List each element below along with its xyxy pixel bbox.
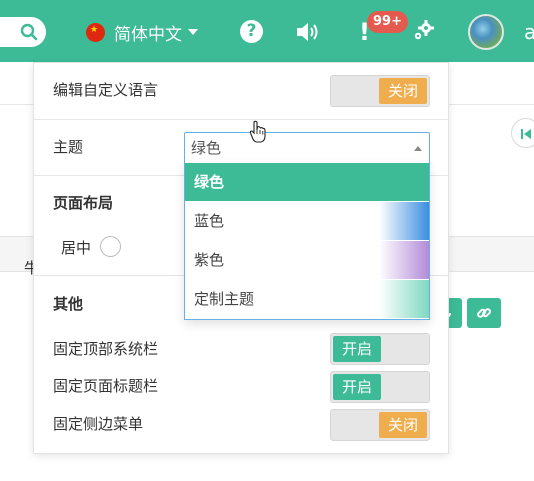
theme-swatch [379, 241, 429, 279]
china-flag-icon: ★ [86, 22, 105, 42]
collapse-button[interactable] [511, 118, 534, 148]
theme-option-green[interactable]: 绿色 [185, 163, 429, 201]
other-heading: 其他 [53, 295, 84, 313]
divider [34, 119, 448, 120]
caret-up-icon [414, 146, 422, 151]
option-label: 定制主题 [194, 290, 255, 308]
language-label: 简体中文 [114, 24, 182, 45]
theme-option-purple[interactable]: 紫色 [185, 241, 429, 279]
search-icon [20, 23, 38, 41]
volume-icon[interactable] [295, 20, 321, 44]
hand-cursor-icon [249, 120, 266, 143]
fixed-titlebar-label: 固定页面标题栏 [53, 377, 159, 395]
center-label: 居中 [61, 239, 92, 257]
theme-swatch [379, 280, 429, 318]
language-selector[interactable]: ★ 简体中文 [86, 20, 198, 45]
option-label: 绿色 [194, 173, 225, 191]
theme-select[interactable]: 绿色 [184, 132, 430, 165]
fixed-sidebar-label: 固定侧边菜单 [53, 415, 144, 433]
theme-select-value: 绿色 [191, 139, 222, 157]
theme-swatch [379, 202, 429, 240]
caret-down-icon [188, 29, 198, 35]
link-icon [477, 308, 492, 318]
edit-language-label: 编辑自定义语言 [53, 81, 159, 99]
edit-language-toggle[interactable]: 关闭 [330, 75, 430, 107]
toggle-knob: 开启 [333, 336, 381, 362]
toggle-knob: 开启 [333, 374, 381, 400]
gear-icon[interactable] [412, 18, 436, 42]
theme-option-custom[interactable]: 定制主题 [185, 280, 429, 318]
theme-option-blue[interactable]: 蓝色 [185, 202, 429, 240]
user-name[interactable]: a [524, 20, 534, 44]
theme-dropdown: 绿色 蓝色 紫色 定制主题 [184, 163, 430, 320]
fixed-titlebar-toggle[interactable]: 开启 [330, 371, 430, 403]
skip-back-icon [521, 129, 531, 139]
search-box[interactable] [0, 17, 46, 47]
option-label: 蓝色 [194, 212, 225, 230]
option-label: 紫色 [194, 251, 225, 269]
layout-heading: 页面布局 [53, 194, 114, 212]
notification-badge: 99+ [367, 11, 408, 33]
toggle-knob: 关闭 [379, 412, 427, 438]
fixed-topbar-toggle[interactable]: 开启 [330, 333, 430, 365]
center-radio[interactable] [100, 236, 121, 257]
link-button[interactable] [467, 298, 501, 328]
fixed-sidebar-toggle[interactable]: 关闭 [330, 409, 430, 441]
top-navbar: ★ 简体中文 ? ! 99+ a [0, 0, 534, 62]
help-icon[interactable]: ? [240, 20, 263, 43]
user-avatar[interactable] [468, 14, 504, 50]
fixed-topbar-label: 固定顶部系统栏 [53, 340, 159, 358]
theme-label: 主题 [53, 138, 84, 156]
toggle-knob: 关闭 [379, 78, 427, 104]
